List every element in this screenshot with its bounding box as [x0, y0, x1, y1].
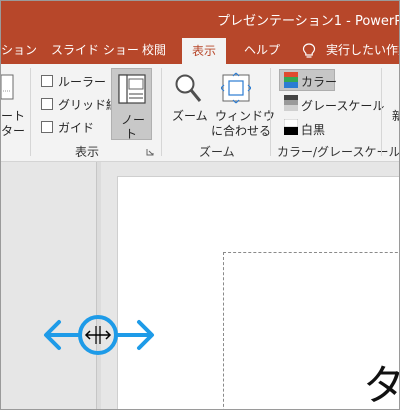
- color-option-label[interactable]: カラー: [301, 73, 337, 90]
- notes-button-label-line2: ト: [125, 127, 138, 141]
- grayscale-swatch-icon: [284, 95, 298, 111]
- powerpoint-window: プレゼンテーション1 - PowerPoint ション スライド ショー 校閲 …: [0, 0, 400, 410]
- tab-view[interactable]: 表示: [182, 38, 227, 64]
- dialog-launcher-icon[interactable]: [146, 148, 154, 156]
- title-placeholder-text: タ: [363, 352, 399, 409]
- ribbon-tab-bar: ション スライド ショー 校閲 表示 ヘルプ 実行したい作業: [1, 36, 399, 64]
- gridlines-label: グリッド線: [58, 98, 119, 112]
- guides-label: ガイド: [58, 121, 95, 135]
- editing-workspace: タ: [1, 162, 399, 409]
- grayscale-option-label[interactable]: グレースケール: [301, 97, 384, 114]
- tell-me-search[interactable]: 実行したい作業: [326, 36, 399, 64]
- color-swatch-icon: [284, 72, 298, 88]
- notes-master-label-line2: ター: [1, 124, 26, 138]
- tab-review[interactable]: 校閲: [142, 36, 166, 64]
- group-divider: [381, 68, 382, 156]
- tab-slide-show[interactable]: スライド ショー: [51, 36, 139, 64]
- group-divider: [161, 68, 162, 156]
- window-title: プレゼンテーション1 - PowerPoint: [217, 14, 399, 29]
- ruler-checkbox[interactable]: [41, 75, 53, 87]
- slide-thumbnail-pane[interactable]: [1, 162, 97, 409]
- black-white-option-label[interactable]: 白黒: [301, 121, 325, 138]
- gridlines-checkbox[interactable]: [41, 98, 53, 110]
- pane-splitter[interactable]: [97, 162, 101, 409]
- black-white-swatch-icon: [284, 119, 298, 135]
- fit-to-window-icon[interactable]: [221, 72, 251, 104]
- tab-animations[interactable]: ション: [1, 36, 37, 64]
- notes-button[interactable]: ノー ト: [111, 68, 152, 141]
- ruler-label: ルーラー: [58, 75, 107, 89]
- lightbulb-icon: [302, 43, 316, 58]
- magnifier-icon[interactable]: [174, 73, 202, 105]
- title-bar: プレゼンテーション1 - PowerPoint: [1, 1, 399, 36]
- guides-checkbox[interactable]: [41, 121, 53, 133]
- notes-icon: [118, 74, 146, 104]
- tab-help[interactable]: ヘルプ: [244, 36, 280, 64]
- group-divider: [30, 68, 31, 156]
- zoom-group-label: ズーム: [199, 145, 235, 159]
- horizontal-resize-cursor-icon: [44, 315, 154, 355]
- fit-window-label-line2[interactable]: に合わせる: [211, 122, 271, 139]
- show-group-label: 表示: [75, 145, 100, 159]
- notes-master-icon: [1, 74, 14, 100]
- group-divider: [270, 68, 271, 156]
- zoom-button-label[interactable]: ズーム: [172, 107, 208, 124]
- slide-canvas[interactable]: タ: [117, 176, 399, 409]
- new-window-label-partial[interactable]: 新: [392, 107, 399, 124]
- ribbon-view: ート ター ルーラー グリッド線 ガイド ノー ト 表示 ズーム ウィンドウ に…: [1, 64, 399, 162]
